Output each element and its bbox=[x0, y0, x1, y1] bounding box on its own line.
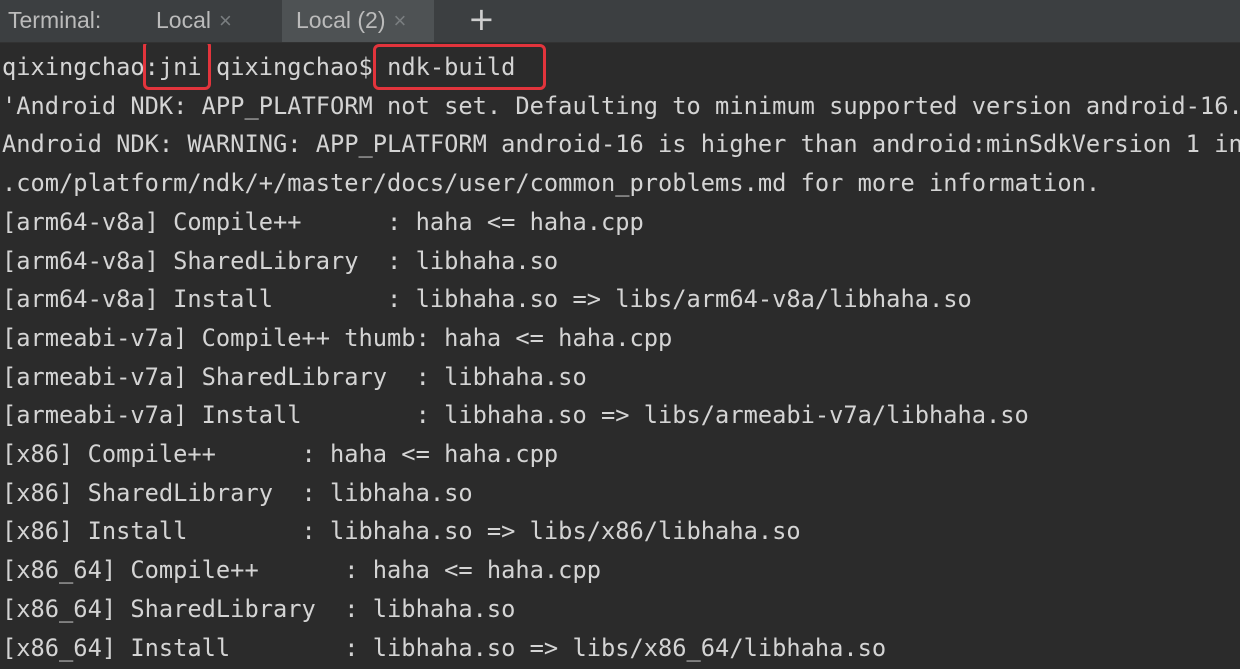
output-line: [x86_64] Install : libhaha.so => libs/x8… bbox=[2, 633, 887, 662]
output-line: [armeabi-v7a] Install : libhaha.so => li… bbox=[2, 401, 1029, 430]
output-line: [x86] Compile++ : haha <= haha.cpp bbox=[2, 440, 559, 468]
prompt-separator: : bbox=[144, 53, 159, 81]
output-line: 'Android NDK: APP_PLATFORM not set. Defa… bbox=[2, 91, 1240, 120]
output-line: [arm64-v8a] SharedLibrary : libhaha.so bbox=[2, 246, 559, 275]
tab-label: Local bbox=[156, 7, 211, 33]
output-line: [arm64-v8a] Compile++ : haha <= haha.cpp bbox=[2, 207, 644, 236]
prompt-user: qixingchao bbox=[2, 53, 145, 81]
prompt-directory: jni bbox=[158, 53, 202, 81]
tab-local-2[interactable]: Local (2) × bbox=[282, 0, 434, 42]
output-line: [x86] SharedLibrary : libhaha.so bbox=[2, 478, 473, 507]
terminal-tab-bar: Terminal: Local × Local (2) × + bbox=[0, 0, 1240, 43]
prompt-host: qixingchao$ bbox=[201, 53, 388, 81]
output-line: [x86_64] Compile++ : haha <= haha.cpp bbox=[2, 556, 601, 585]
output-line: Android NDK: WARNING: APP_PLATFORM andro… bbox=[2, 130, 1240, 159]
output-line: [x86_64] SharedLibrary : libhaha.so bbox=[2, 594, 516, 623]
tab-local[interactable]: Local × bbox=[142, 0, 270, 42]
close-icon[interactable]: × bbox=[219, 1, 232, 41]
output-line: .com/platform/ndk/+/master/docs/user/com… bbox=[2, 169, 1101, 198]
output-line: [x86] Install : libhaha.so => libs/x86/l… bbox=[2, 517, 801, 546]
output-line: [armeabi-v7a] Compile++ thumb: haha <= h… bbox=[2, 323, 673, 352]
output-line: [arm64-v8a] Install : libhaha.so => libs… bbox=[2, 285, 972, 314]
close-icon[interactable]: × bbox=[393, 1, 406, 41]
terminal-window: Terminal: Local × Local (2) × + qixingchao… bbox=[0, 0, 1240, 669]
terminal-title: Terminal: bbox=[8, 7, 102, 33]
tab-label: Local (2) bbox=[296, 7, 386, 33]
terminal-output[interactable]: qixingchao:jni qixingchao$ ndk-build 'An… bbox=[0, 44, 1240, 669]
output-line: [armeabi-v7a] SharedLibrary : libhaha.so bbox=[2, 362, 587, 391]
prompt-line: qixingchao:jni qixingchao$ ndk-build bbox=[2, 48, 515, 87]
prompt-command: ndk-build bbox=[387, 53, 516, 81]
add-tab-icon[interactable]: + bbox=[468, 0, 495, 42]
